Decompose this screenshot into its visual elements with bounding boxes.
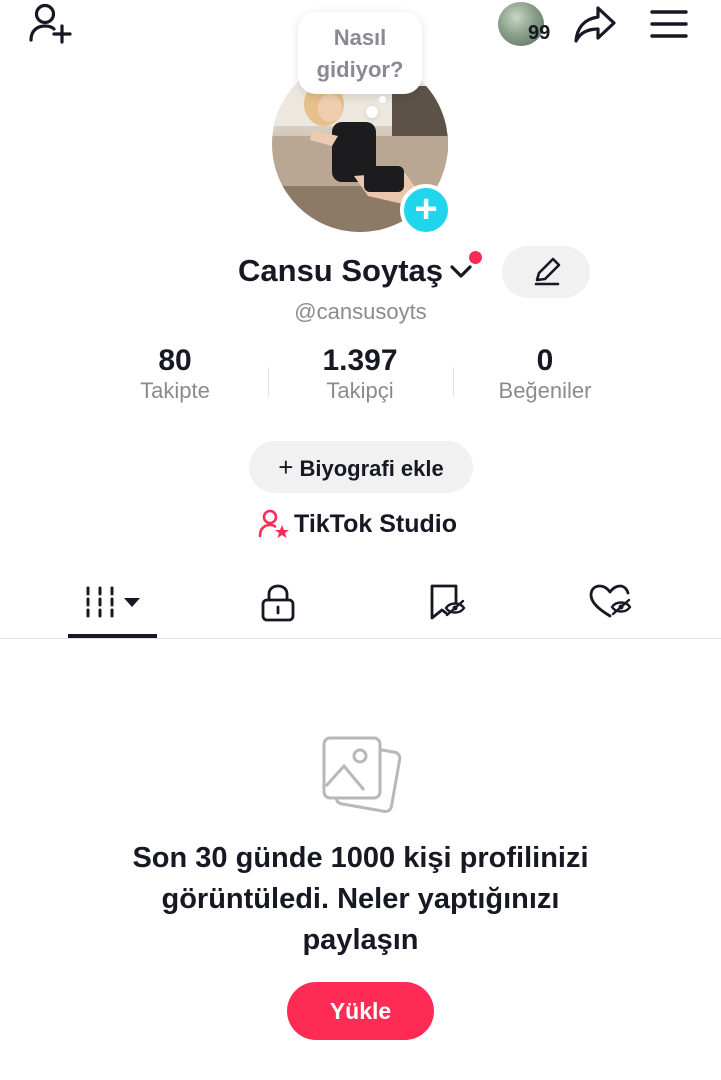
menu-icon[interactable] — [648, 6, 692, 42]
stat-likes-label: Beğeniler — [498, 378, 592, 403]
lock-icon — [261, 584, 295, 622]
display-name[interactable]: Cansu Soytaş — [238, 253, 443, 289]
grid-bars-icon — [86, 586, 114, 618]
tab-liked[interactable] — [564, 570, 656, 636]
add-friend-icon[interactable] — [28, 2, 76, 46]
add-avatar-button[interactable]: + — [400, 184, 452, 236]
bookmark-hidden-icon — [430, 584, 466, 620]
tab-saved[interactable] — [400, 570, 492, 636]
stat-following[interactable]: 80 Takipte — [95, 344, 255, 404]
stat-followers-label: Takipçi — [326, 378, 394, 403]
stat-following-label: Takipte — [140, 378, 210, 403]
stat-followers[interactable]: 1.397 Takipçi — [280, 344, 440, 404]
empty-state-message: Son 30 günde 1000 kişi profilinizi görün… — [132, 842, 589, 956]
photos-icon — [320, 734, 402, 816]
stat-divider — [453, 367, 454, 397]
tab-videos[interactable] — [68, 570, 157, 636]
share-icon[interactable] — [572, 4, 618, 44]
heart-hidden-icon — [589, 584, 632, 618]
status-bubble[interactable]: Nasıl gidiyor? — [298, 12, 422, 94]
stat-divider — [268, 367, 269, 397]
story-count-badge: 99 — [528, 22, 551, 44]
notification-dot — [469, 251, 482, 264]
tab-private[interactable] — [232, 570, 324, 636]
stat-followers-count: 1.397 — [322, 344, 398, 377]
bubble-tail-small — [379, 96, 386, 103]
username: @cansusoyts — [294, 299, 427, 324]
stat-likes[interactable]: 0 Beğeniler — [465, 344, 625, 404]
edit-profile-button[interactable] — [502, 246, 590, 298]
stat-following-count: 80 — [158, 344, 192, 377]
plus-icon: + — [278, 452, 294, 482]
add-bio-button[interactable]: + Biyografi ekle — [249, 441, 473, 493]
bubble-tail — [366, 106, 378, 118]
upload-button[interactable]: Yükle — [287, 982, 434, 1040]
add-bio-label: Biyografi ekle — [299, 456, 444, 481]
tiktok-studio-icon[interactable] — [258, 508, 290, 542]
stat-likes-count: 0 — [536, 344, 554, 377]
divider — [0, 638, 721, 639]
caret-down-icon — [124, 598, 140, 607]
tiktok-studio-link[interactable]: TikTok Studio — [294, 510, 457, 539]
pencil-icon — [534, 257, 561, 286]
chevron-down-icon[interactable] — [448, 262, 474, 282]
